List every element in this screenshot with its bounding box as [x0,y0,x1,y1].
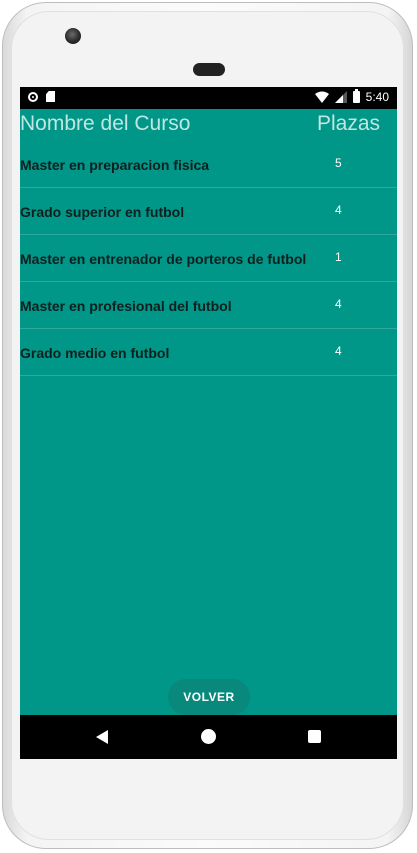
course-name: Master en entrenador de porteros de futb… [20,251,307,267]
course-places: 4 [335,344,342,358]
course-row[interactable]: Master en profesional del futbol 4 [20,282,397,329]
course-name: Grado medio en futbol [20,345,170,361]
course-name: Grado superior en futbol [20,204,185,220]
status-bar: 5:40 [20,87,397,109]
nav-home-icon[interactable] [201,729,216,744]
course-places: 1 [335,250,342,264]
course-row[interactable]: Master en entrenador de porteros de futb… [20,235,397,282]
app-screen: 5:40 Nombre del Curso Plazas Master en p… [20,87,397,759]
nav-back-icon[interactable] [96,730,108,744]
header-places: Plazas [316,112,380,135]
circle-status-icon [28,91,38,102]
course-name: Master en preparacion fisica [20,157,210,173]
nav-recents-icon[interactable] [308,730,321,743]
status-time: 5:40 [365,90,389,104]
header-course-name: Nombre del Curso [20,112,191,135]
wifi-icon [314,91,329,103]
battery-icon [352,89,360,103]
course-places: 4 [335,297,342,311]
signal-icon [334,91,347,103]
course-row[interactable]: Master en preparacion fisica 5 [20,141,397,188]
course-name: Master en profesional del futbol [20,298,232,314]
list-header: Nombre del Curso Plazas [20,112,397,140]
course-list: Master en preparacion fisica 5 Grado sup… [20,141,397,376]
device-frame: 5:40 Nombre del Curso Plazas Master en p… [0,0,417,853]
front-camera [65,28,81,44]
course-row[interactable]: Grado superior en futbol 4 [20,188,397,235]
sd-card-icon [46,91,55,102]
earpiece-speaker [193,63,225,76]
course-row[interactable]: Grado medio en futbol 4 [20,329,397,376]
back-button[interactable]: VOLVER [168,679,250,715]
navigation-bar [20,715,397,759]
course-places: 4 [335,203,342,217]
course-places: 5 [335,156,342,170]
